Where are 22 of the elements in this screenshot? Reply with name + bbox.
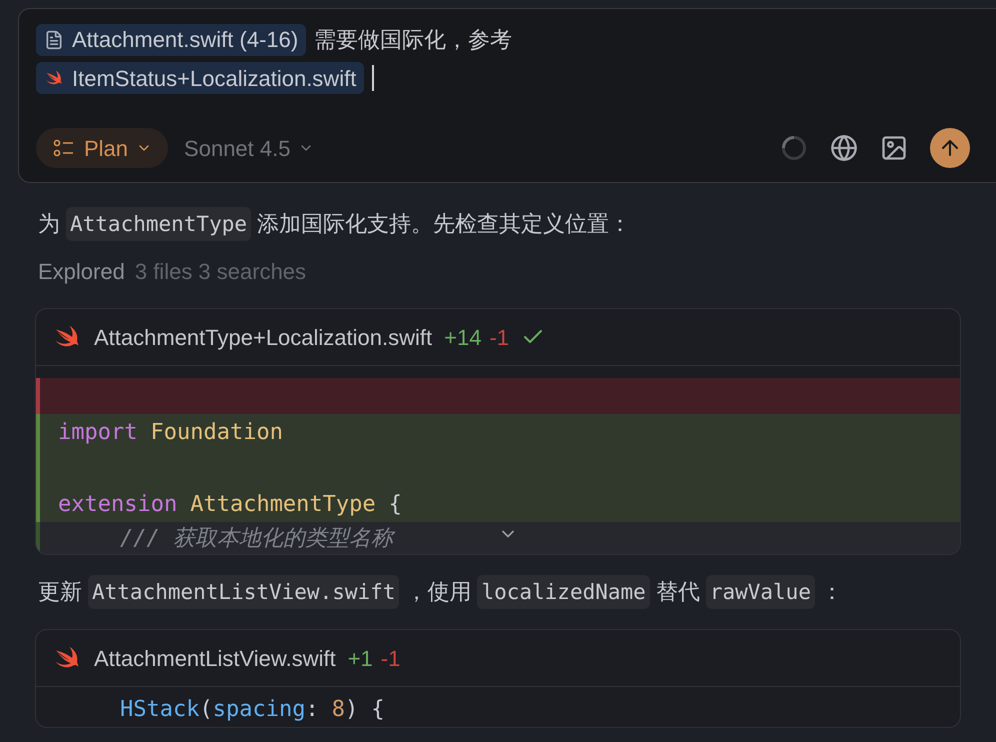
message-text: 为 AttachmentType 添加国际化支持。先检查其定义位置： [0, 207, 996, 241]
send-button[interactable] [930, 128, 970, 168]
loading-spinner-icon [780, 134, 808, 162]
globe-icon[interactable] [830, 134, 858, 162]
message-text: 更新 AttachmentListView.swift ，使用 localizedName 替代 rawValue ： [0, 575, 996, 609]
file-name[interactable]: AttachmentListView.swift [94, 642, 336, 674]
plan-mode-button[interactable]: Plan [36, 128, 168, 168]
explored-detail: 3 files 3 searches [134, 258, 306, 286]
image-icon[interactable] [880, 134, 908, 162]
file-name[interactable]: AttachmentType+Localization.swift [94, 320, 432, 354]
added-count: +14 [444, 324, 482, 352]
removed-count: -1 [380, 644, 400, 672]
explored-label[interactable]: Explored [38, 255, 125, 288]
code-line: HStack(spacing: 8) { [119, 696, 386, 724]
file-chip[interactable]: ItemStatus+Localization.swift [36, 62, 364, 94]
removed-count: -1 [489, 324, 510, 352]
added-count: +1 [348, 644, 373, 672]
file-icon [44, 30, 64, 50]
file-chip[interactable]: Attachment.swift (4-16) [36, 24, 306, 56]
model-selector[interactable]: Sonnet 4.5 [184, 132, 314, 164]
text-cursor [372, 65, 374, 91]
prompt-text: 需要做国际化，参考 [314, 26, 512, 54]
